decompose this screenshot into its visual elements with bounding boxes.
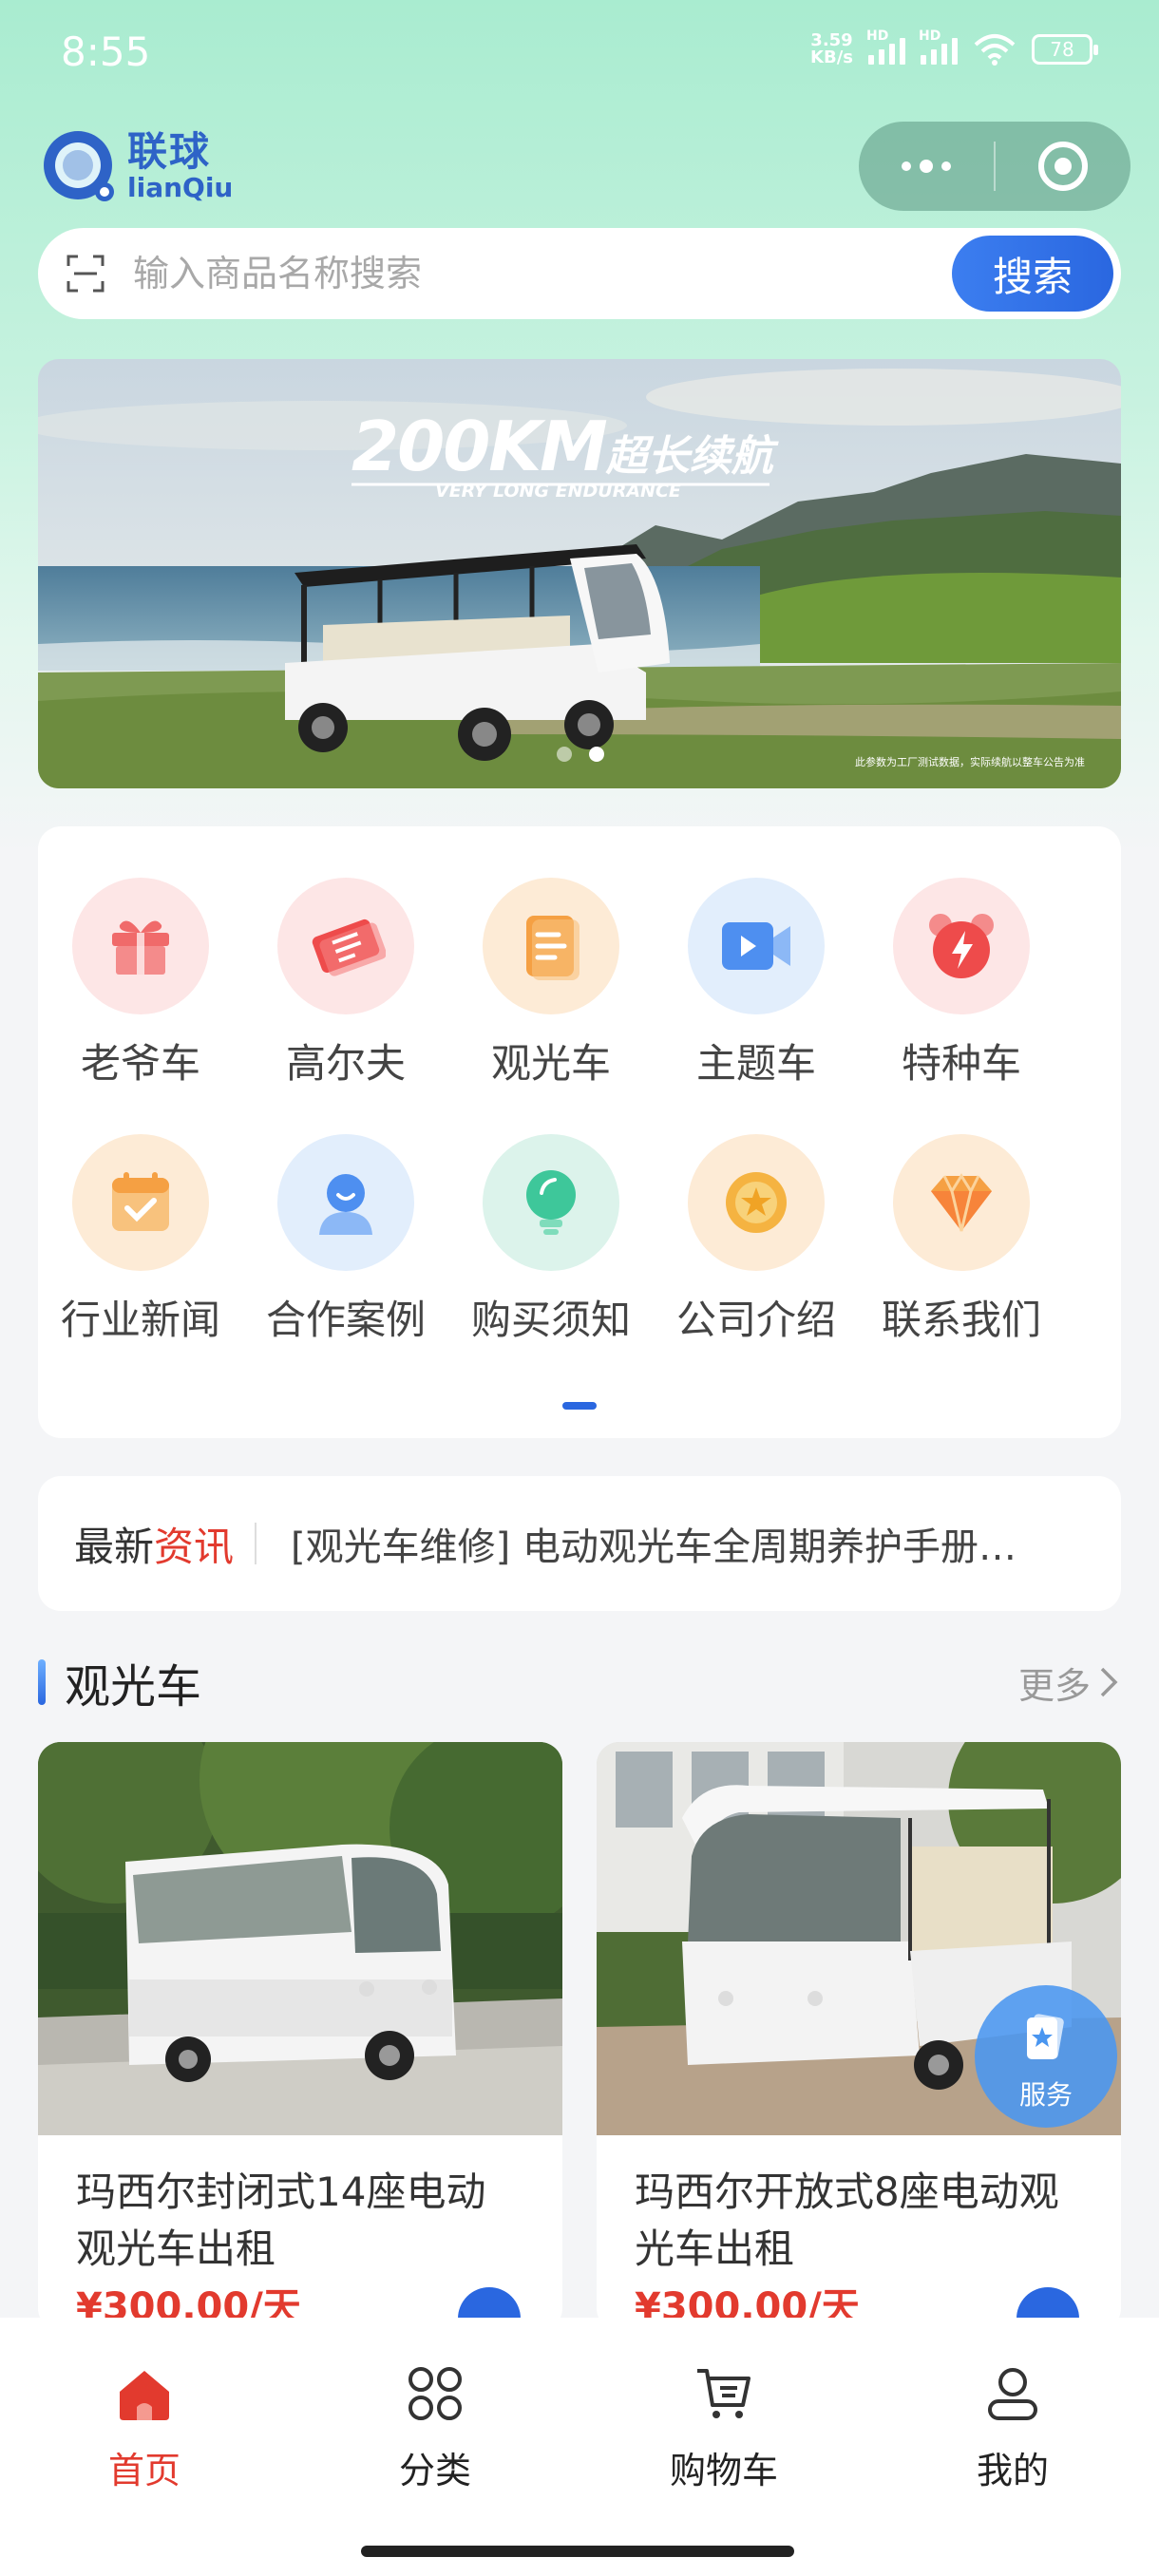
product-name: 玛西尔开放式8座电动观光车出租 [635, 2169, 1059, 2272]
alarm-clock-icon [893, 878, 1030, 1014]
category-industry-news[interactable]: 行业新闻 [38, 1134, 243, 1346]
target-icon [1038, 142, 1088, 191]
logo-text-cn: 联球 [127, 128, 212, 175]
status-bar: 8:55 3.59 KB/s HD HD 78 [0, 0, 1159, 112]
category-golf[interactable]: 高尔夫 [243, 878, 448, 1089]
tab-home[interactable]: 首页 [49, 2363, 239, 2493]
search-input[interactable] [133, 253, 952, 294]
user-icon [277, 1134, 414, 1271]
lightbulb-icon [483, 1134, 619, 1271]
video-icon [688, 878, 825, 1014]
search-button[interactable]: 搜索 [952, 236, 1113, 312]
product-image [38, 1742, 562, 2135]
home-indicator [361, 2546, 794, 2557]
miniprogram-capsule [859, 122, 1130, 211]
banner-pagination [557, 747, 604, 762]
banner-subheadline: VERY LONG ENDURANCE [435, 481, 681, 502]
category-sightseeing[interactable]: 观光车 [448, 878, 654, 1089]
section-title: 观光车 [65, 1660, 202, 1714]
gift-icon [72, 878, 209, 1014]
logo-text-en: lianQiu [127, 172, 234, 203]
banner-disclaimer: 此参数为工厂测试数据，实际续航以整车公告为准 [855, 756, 1085, 768]
status-time: 8:55 [61, 28, 151, 75]
home-icon [120, 2371, 169, 2420]
calendar-icon [72, 1134, 209, 1271]
profile-icon [988, 2368, 1037, 2420]
category-cases[interactable]: 合作案例 [243, 1134, 448, 1346]
product-card[interactable]: 玛西尔封闭式14座电动观光车出租 ¥300.00/天 [38, 1742, 562, 2331]
news-item[interactable]: [观光车维修] 电动观光车全周期养护手册… [291, 1516, 1051, 1571]
grid-icon [408, 2367, 462, 2420]
category-special[interactable]: 特种车 [859, 878, 1064, 1089]
service-float-button[interactable]: 服务 [975, 1985, 1117, 2128]
banner-headline: 200KM超长续航 [352, 407, 773, 486]
signal-icon: HD [866, 28, 905, 65]
logo-icon [44, 131, 114, 201]
search-bar: 搜索 [38, 228, 1121, 319]
close-miniprogram-button[interactable] [996, 122, 1130, 211]
banner-dot-active[interactable] [589, 747, 604, 762]
signal-icon: HD [919, 28, 958, 65]
grid-page-indicator [562, 1402, 597, 1410]
category-company[interactable]: 公司介绍 [654, 1134, 859, 1346]
cart-icon [697, 2369, 750, 2418]
status-indicators: 3.59 KB/s HD HD 78 [810, 28, 1098, 67]
category-old-car[interactable]: 老爷车 [38, 878, 243, 1089]
tab-cart[interactable]: 购物车 [629, 2363, 819, 2493]
battery-icon: 78 [1032, 34, 1098, 65]
category-contact[interactable]: 联系我们 [859, 1134, 1064, 1346]
app-logo: 联球 lianQiu [38, 123, 233, 209]
product-name: 玛西尔封闭式14座电动观光车出租 [76, 2169, 486, 2272]
category-grid: 老爷车 高尔夫 观光车 主题车 特种车 行业新闻 合作案例 购买须知 公司介绍 … [38, 826, 1121, 1438]
wifi-icon [974, 34, 1016, 66]
promo-banner[interactable]: 200KM超长续航 VERY LONG ENDURANCE 此参数为工厂测试数据… [38, 359, 1121, 788]
bottom-tab-bar: 首页 分类 购物车 我的 [0, 2318, 1159, 2576]
news-title: 最新资讯 [74, 1523, 235, 1570]
category-purchase-notes[interactable]: 购买须知 [448, 1134, 654, 1346]
document-icon [483, 878, 619, 1014]
service-card-icon [1027, 2014, 1064, 2059]
news-ticker[interactable]: 最新资讯 [观光车维修] 电动观光车全周期养护手册… [38, 1476, 1121, 1611]
diamond-icon [893, 1134, 1030, 1271]
more-link[interactable]: 更多 [1018, 1657, 1121, 1709]
banner-dot[interactable] [557, 747, 572, 762]
network-speed: 3.59 KB/s [810, 30, 853, 67]
tab-profile[interactable]: 我的 [918, 2363, 1108, 2493]
category-theme[interactable]: 主题车 [654, 878, 859, 1089]
ticket-icon [277, 878, 414, 1014]
chevron-right-icon [1100, 1667, 1118, 1697]
scan-icon[interactable] [65, 253, 106, 294]
section-header: 观光车 更多 [38, 1649, 1121, 1715]
tab-category[interactable]: 分类 [340, 2363, 530, 2493]
medal-icon [688, 1134, 825, 1271]
more-options-button[interactable] [859, 122, 994, 211]
